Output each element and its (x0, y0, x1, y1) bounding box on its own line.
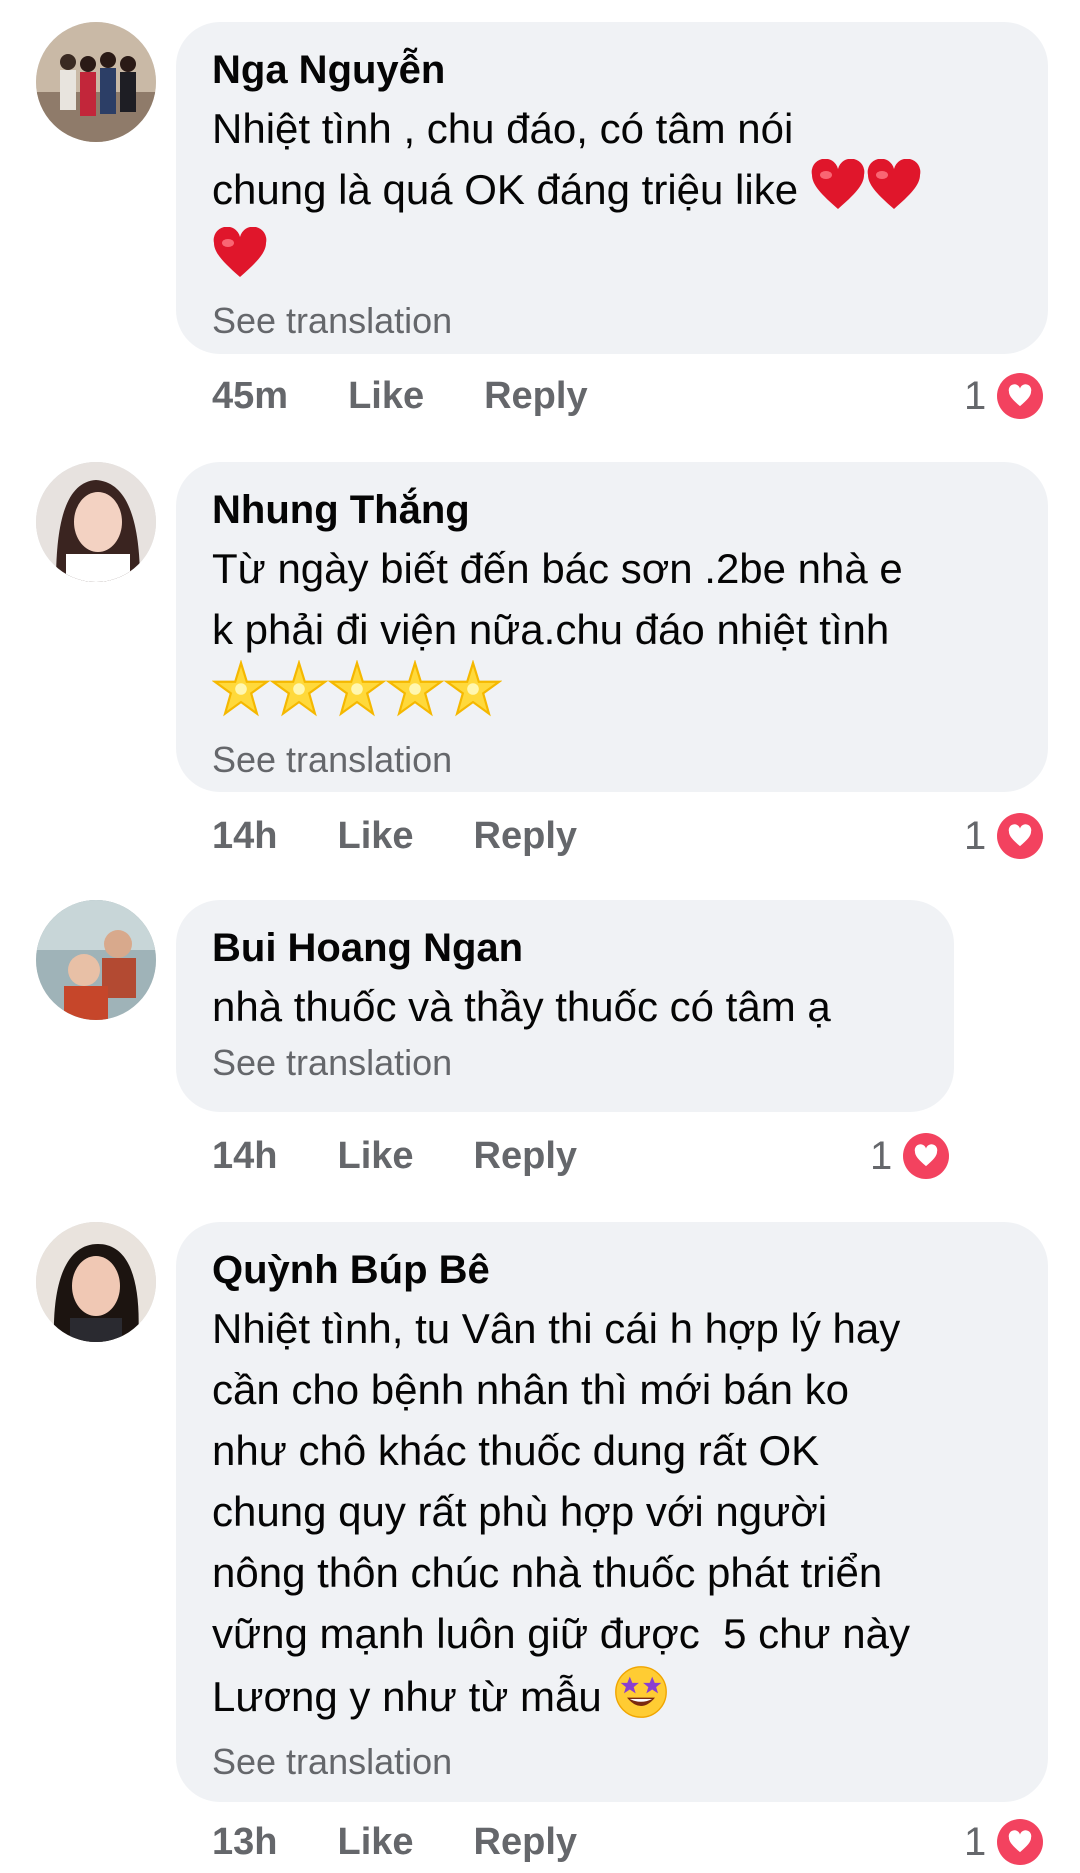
reaction-count: 1 (870, 1133, 893, 1178)
comment-text: Nhiệt tình, tu Vân thi cái h hợp lý hay … (212, 1305, 911, 1721)
comment-bubble: Nga Nguyễn Nhiệt tình , chu đáo, có tâm … (176, 22, 1048, 354)
like-button[interactable]: Like (337, 1135, 413, 1178)
comment-text: Nhiệt tình , chu đáo, có tâm nói chung l… (212, 105, 799, 214)
comment-author[interactable]: Quỳnh Búp Bê (212, 1244, 1012, 1296)
red-heart-emoji-icon (810, 158, 866, 227)
comment-text-block: Từ ngày biết đến bác sơn .2be nhà e k ph… (211, 538, 1012, 734)
avatar[interactable] (36, 22, 156, 142)
comment-actions: 14h Like Reply (212, 1126, 637, 1186)
comment-author[interactable]: Nhung Thắng (212, 484, 1012, 536)
reaction-count: 1 (964, 813, 987, 858)
glowing-star-emoji-icon (327, 659, 387, 734)
see-translation-link[interactable]: See translation (212, 1039, 918, 1087)
comment-actions: 14h Like Reply (212, 806, 637, 866)
like-button[interactable]: Like (348, 375, 424, 418)
avatar-photo-icon (36, 900, 156, 1020)
love-reaction-icon (994, 810, 1047, 862)
reply-button[interactable]: Reply (474, 815, 577, 858)
comment-text-block: Nhiệt tình, tu Vân thi cái h hợp lý hay … (212, 1298, 1012, 1736)
reaction-summary[interactable]: 1 (964, 806, 1047, 866)
comment-author[interactable]: Bui Hoang Ngan (212, 922, 918, 974)
reaction-count: 1 (964, 1819, 987, 1864)
comment-timestamp[interactable]: 14h (212, 1135, 277, 1178)
red-heart-emoji-icon (866, 158, 922, 227)
like-button[interactable]: Like (337, 815, 413, 858)
see-translation-link[interactable]: See translation (212, 1738, 1012, 1786)
see-translation-link[interactable]: See translation (212, 736, 1012, 784)
see-translation-link[interactable]: See translation (212, 297, 1012, 345)
reply-button[interactable]: Reply (484, 375, 587, 418)
star-struck-emoji-icon (613, 1664, 669, 1736)
comment-bubble: Quỳnh Búp Bê Nhiệt tình, tu Vân thi cái … (176, 1222, 1048, 1802)
glowing-star-emoji-icon (385, 659, 445, 734)
comment-bubble: Nhung Thắng Từ ngày biết đến bác sơn .2b… (176, 462, 1048, 792)
avatar[interactable] (36, 1222, 156, 1342)
reply-button[interactable]: Reply (474, 1821, 577, 1864)
love-reaction-icon (994, 1816, 1047, 1868)
glowing-star-emoji-icon (211, 659, 271, 734)
comment-actions: 13h Like Reply (212, 1812, 637, 1872)
reply-button[interactable]: Reply (474, 1135, 577, 1178)
reaction-summary[interactable]: 1 (964, 1812, 1047, 1872)
comment-timestamp[interactable]: 45m (212, 375, 288, 418)
comment-text: Từ ngày biết đến bác sơn .2be nhà e k ph… (212, 545, 903, 653)
avatar-photo-icon (36, 22, 156, 142)
comment-actions: 45m Like Reply (212, 366, 648, 426)
like-button[interactable]: Like (337, 1821, 413, 1864)
love-reaction-icon (994, 370, 1047, 422)
avatar[interactable] (36, 462, 156, 582)
glowing-star-emoji-icon (269, 659, 329, 734)
glowing-star-emoji-icon (443, 659, 503, 734)
reaction-count: 1 (964, 373, 987, 418)
avatar-photo-icon (36, 462, 156, 582)
avatar[interactable] (36, 900, 156, 1020)
comment-text: nhà thuốc và thầy thuốc có tâm ạ (212, 983, 831, 1030)
love-reaction-icon (900, 1130, 953, 1182)
comment-author[interactable]: Nga Nguyễn (212, 44, 1012, 96)
avatar-photo-icon (36, 1222, 156, 1342)
comment-timestamp[interactable]: 14h (212, 815, 277, 858)
reaction-summary[interactable]: 1 (964, 366, 1047, 426)
comment-timestamp[interactable]: 13h (212, 1821, 277, 1864)
comment-text-block: Nhiệt tình , chu đáo, có tâm nói chung l… (212, 98, 1012, 295)
comment-bubble: Bui Hoang Ngan nhà thuốc và thầy thuốc c… (176, 900, 954, 1112)
reaction-summary[interactable]: 1 (870, 1126, 953, 1186)
red-heart-emoji-icon (212, 226, 268, 295)
